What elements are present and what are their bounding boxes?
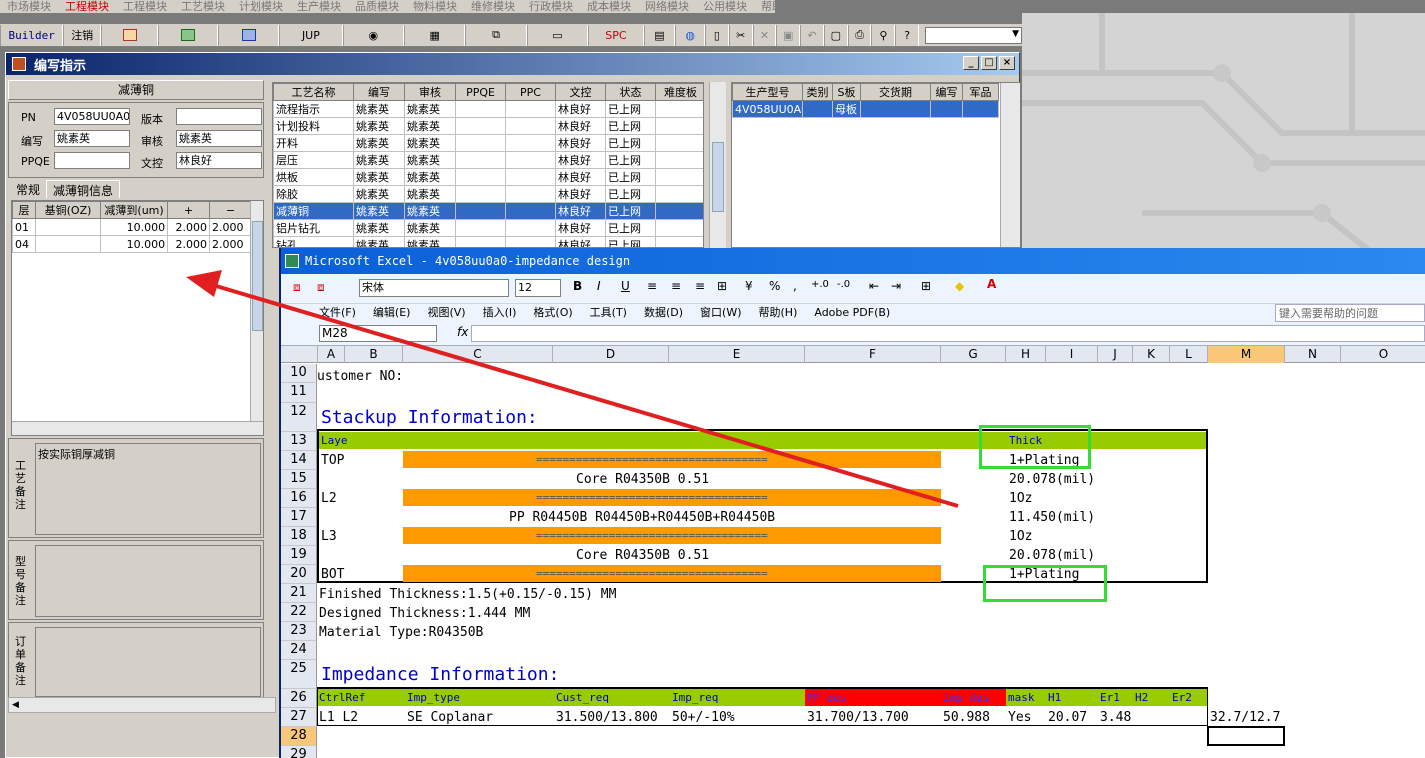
annotation-arrow bbox=[186, 270, 959, 508]
arrow-head bbox=[186, 270, 222, 297]
arrow-shaft bbox=[205, 281, 959, 508]
